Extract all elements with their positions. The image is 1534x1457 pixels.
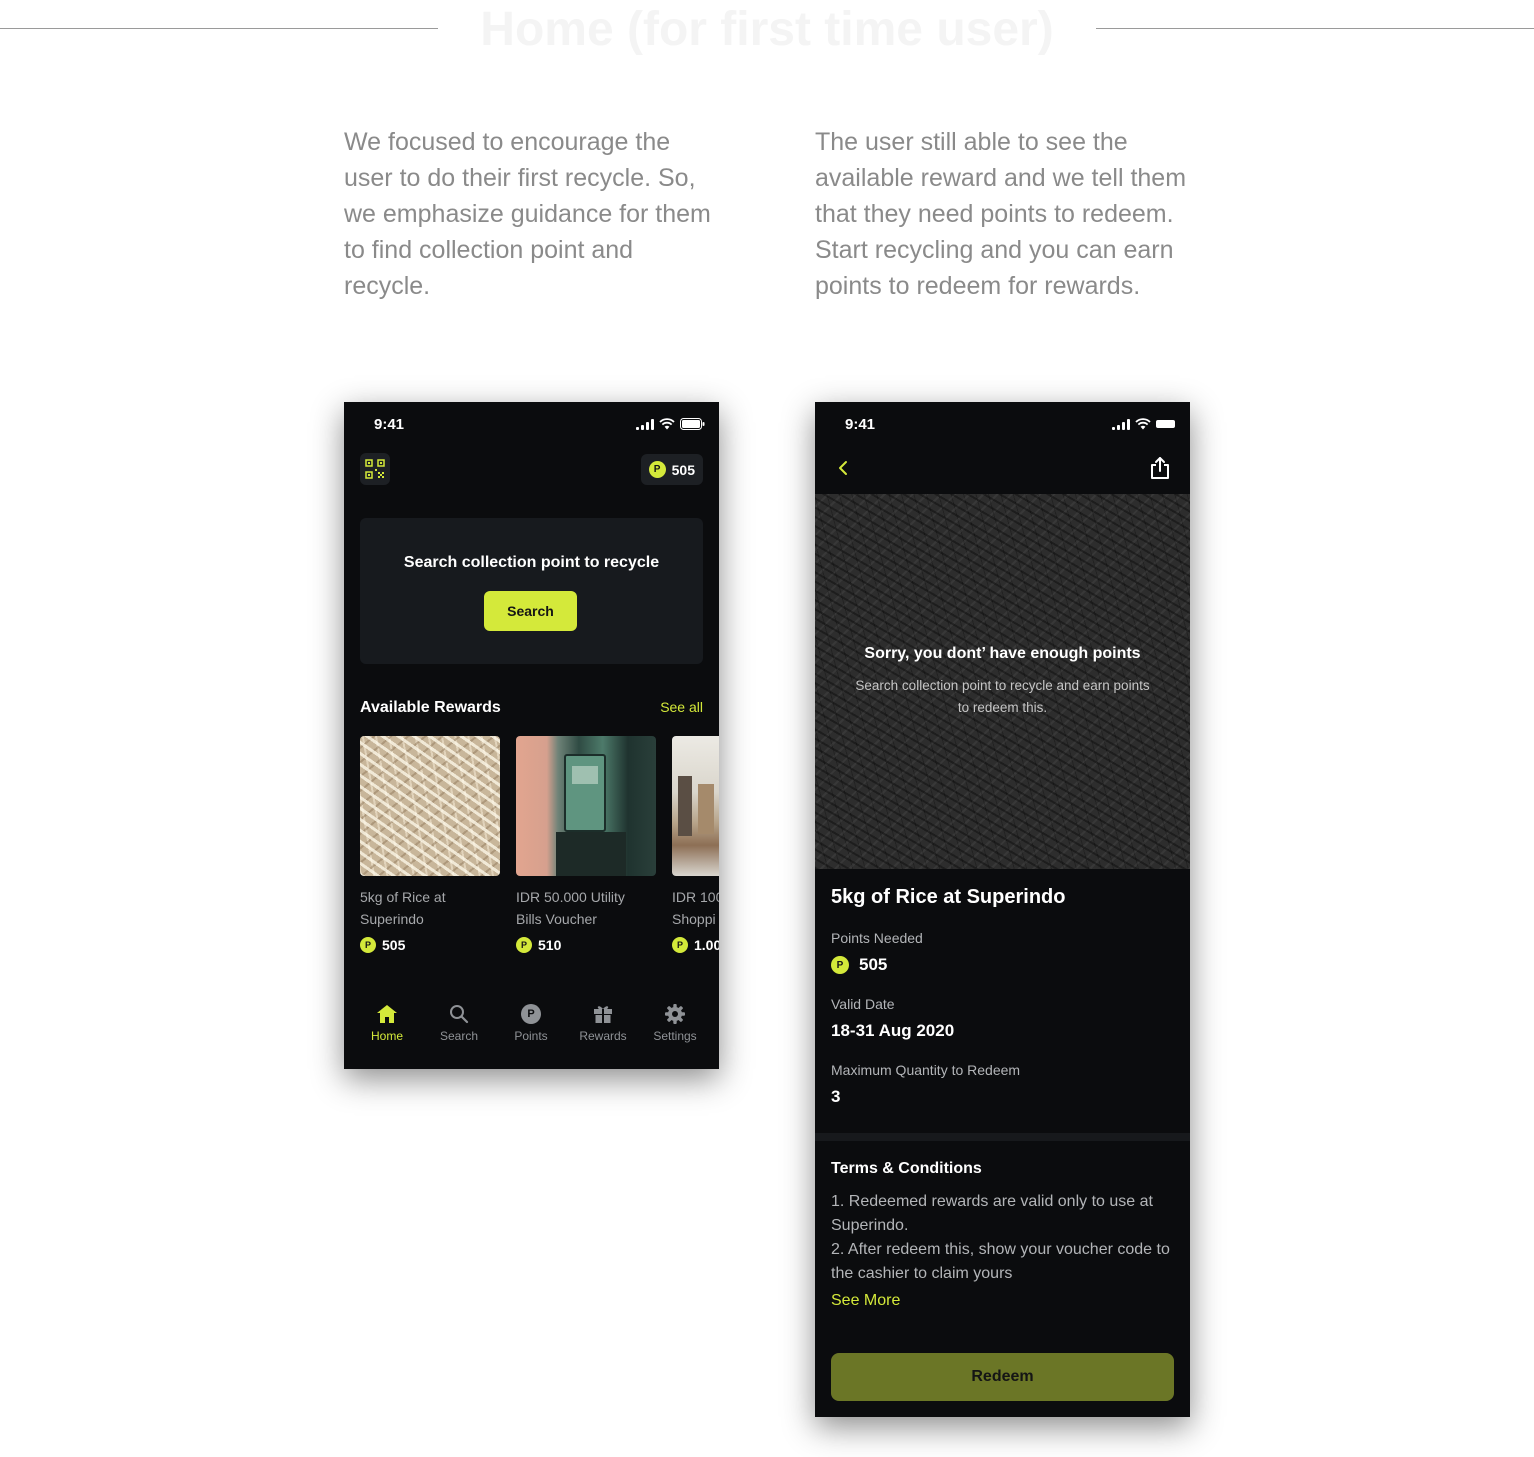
section-divider <box>815 1133 1190 1141</box>
reward-card[interactable]: IDR 50.000 Utility Bills Voucher P 510 <box>516 736 656 953</box>
points-icon: P <box>516 937 532 953</box>
wifi-icon <box>1135 418 1151 430</box>
chevron-left-icon <box>839 461 847 475</box>
search-collection-card: Search collection point to recycle Searc… <box>360 518 703 664</box>
status-bar: 9:41 <box>815 402 1190 446</box>
gear-icon <box>665 1004 685 1024</box>
reward-detail-screen: 9:41 Sorry, you dont’ have enough points… <box>815 402 1190 1417</box>
max-quantity-value: 3 <box>831 1087 841 1106</box>
points-needed-label: Points Needed <box>831 930 923 946</box>
terms-title: Terms & Conditions <box>831 1160 982 1177</box>
insufficient-points-title: Sorry, you dont’ have enough points <box>864 645 1141 662</box>
description-right: The user still able to see the available… <box>815 128 1187 300</box>
see-all-link[interactable]: See all <box>660 699 703 715</box>
description-left: We focused to encourage the user to do t… <box>344 128 711 300</box>
signal-icon <box>636 418 654 430</box>
home-screen: 9:41 P 505 Search collection point to re… <box>344 402 719 1069</box>
search-card-title: Search collection point to recycle <box>403 554 660 571</box>
reward-card[interactable]: IDR 100 Shoppi P 1.00 <box>672 736 719 953</box>
reward-name: IDR 50.000 Utility Bills Voucher <box>516 889 625 927</box>
redeem-button[interactable]: Redeem <box>831 1353 1174 1401</box>
reward-points: P 510 <box>516 937 656 953</box>
nav-item-points[interactable]: P Points <box>496 1003 566 1043</box>
header-divider-left <box>0 28 438 29</box>
points-icon: P <box>672 937 688 953</box>
terms-text: 1. Redeemed rewards are valid only to us… <box>831 1190 1176 1286</box>
points-icon: P <box>648 461 666 478</box>
reward-name: 5kg of Rice at Superindo <box>360 889 446 927</box>
back-button[interactable] <box>837 460 849 481</box>
insufficient-points-message: Search collection point to recycle and e… <box>855 678 1150 715</box>
nav-item-rewards[interactable]: Rewards <box>568 1003 638 1043</box>
status-time: 9:41 <box>374 416 405 433</box>
see-more-link[interactable]: See More <box>831 1292 900 1310</box>
points-needed-value: P 505 <box>831 955 887 975</box>
points-icon: P <box>521 1004 541 1024</box>
reward-hero-image: Sorry, you dont’ have enough points Sear… <box>815 494 1190 869</box>
valid-date-value: 18-31 Aug 2020 <box>831 1021 955 1040</box>
valid-date-label: Valid Date <box>831 996 895 1012</box>
nav-item-settings[interactable]: Settings <box>640 1003 710 1043</box>
electric-meter-photo <box>516 736 656 876</box>
search-icon <box>450 1005 469 1024</box>
home-icon <box>377 1005 397 1023</box>
shop-interior-photo <box>672 736 719 876</box>
points-balance[interactable]: P 505 <box>640 454 703 485</box>
page-title: Home (for first time user) <box>480 3 1054 56</box>
max-quantity-label: Maximum Quantity to Redeem <box>831 1062 1021 1078</box>
qr-scan-button[interactable] <box>360 453 390 485</box>
reward-points: P 505 <box>360 937 500 953</box>
header-divider-right <box>1096 28 1534 29</box>
nav-item-search[interactable]: Search <box>424 1003 494 1043</box>
status-bar: 9:41 <box>344 402 719 446</box>
points-balance-value: 505 <box>671 461 695 478</box>
available-rewards-title: Available Rewards <box>360 699 501 716</box>
reward-name: IDR 100 Shoppi <box>672 889 719 927</box>
wifi-icon <box>659 418 675 430</box>
reward-card[interactable]: 5kg of Rice at Superindo P 505 <box>360 736 500 953</box>
gift-icon <box>594 1006 612 1023</box>
term-item: 1. Redeemed rewards are valid only to us… <box>831 1193 1153 1234</box>
reward-title: 5kg of Rice at Superindo <box>831 886 1066 908</box>
battery-icon <box>680 418 705 430</box>
status-time: 9:41 <box>845 416 876 433</box>
points-icon: P <box>831 956 849 974</box>
reward-points: P 1.00 <box>672 937 719 953</box>
bottom-nav: Home Search P Points Rewards Settings <box>344 991 719 1069</box>
share-icon <box>1151 457 1169 479</box>
share-button[interactable] <box>1150 456 1170 485</box>
battery-icon <box>1156 420 1175 428</box>
term-item: 2. After redeem this, show your voucher … <box>831 1241 1170 1282</box>
rice-photo <box>360 736 500 876</box>
points-icon: P <box>360 937 376 953</box>
signal-icon <box>1112 418 1130 430</box>
qr-code-icon <box>365 459 385 479</box>
nav-item-home[interactable]: Home <box>352 1003 422 1043</box>
search-button[interactable]: Search <box>484 591 577 631</box>
